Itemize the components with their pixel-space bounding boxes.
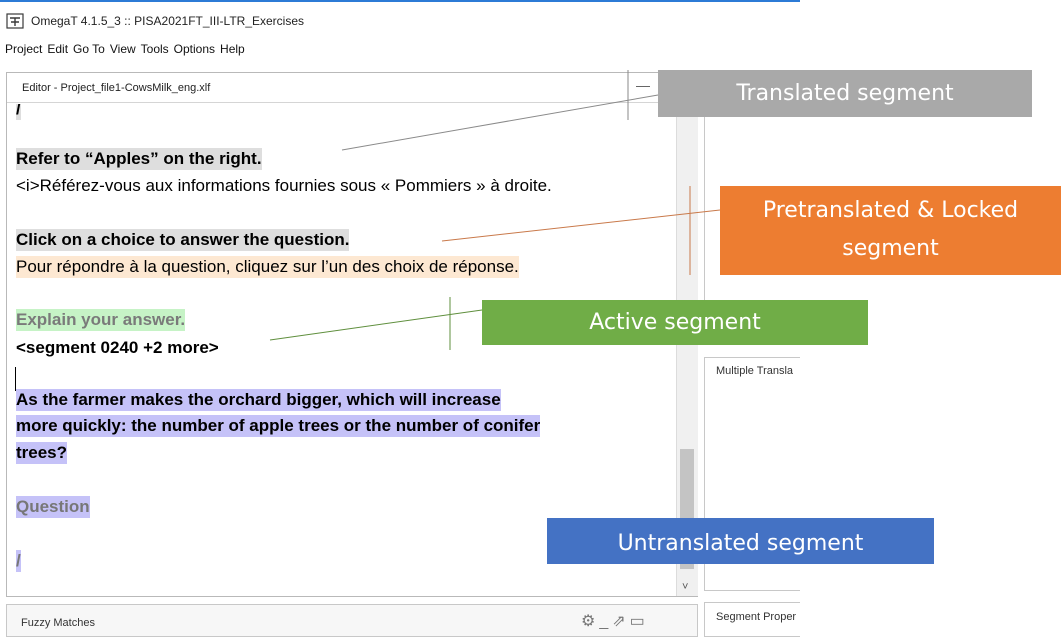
segment-locked-target[interactable]: Pour répondre à la question, cliquez sur… <box>16 256 519 278</box>
minimize-pane-button[interactable] <box>636 86 650 87</box>
menu-bar: Project Edit Go To View Tools Options Help <box>0 40 245 60</box>
segment-source[interactable]: Click on a choice to answer the question… <box>16 229 350 251</box>
multiple-translations-label[interactable]: Multiple Transla <box>716 365 793 377</box>
segment-untranslated[interactable]: / <box>16 550 21 572</box>
callout-pretranslated-line2: segment <box>842 236 939 261</box>
segment-active-target[interactable]: <segment 0240 +2 more> <box>16 337 219 359</box>
segment-properties-panel: Segment Proper <box>704 602 800 637</box>
editor-title: Editor - Project_file1-CowsMilk_eng.xlf <box>22 82 211 94</box>
text-cursor <box>15 367 16 391</box>
minimize-icon[interactable]: _ <box>599 613 612 630</box>
callout-active-segment: Active segment <box>482 300 868 345</box>
pane-controls: ⚙_⇗▭ <box>581 611 649 631</box>
callout-translated-segment: Translated segment <box>658 70 1032 117</box>
segment-untranslated[interactable]: trees? <box>16 442 68 464</box>
editor-header: Editor - Project_file1-CowsMilk_eng.xlf <box>7 73 697 103</box>
maximize-icon[interactable]: ▭ <box>630 613 649 630</box>
menu-tools[interactable]: Tools <box>141 42 169 56</box>
menu-options[interactable]: Options <box>174 42 215 56</box>
menu-project[interactable]: Project <box>5 42 42 56</box>
menu-help[interactable]: Help <box>220 42 245 56</box>
segment-untranslated[interactable]: As the farmer makes the orchard bigger, … <box>16 389 501 411</box>
scroll-down-icon[interactable]: ˅ <box>682 581 688 593</box>
menu-view[interactable]: View <box>110 42 136 56</box>
window-title: OmegaT 4.1.5_3 :: PISA2021FT_III-LTR_Exe… <box>31 14 305 28</box>
callout-pretranslated-locked: Pretranslated & Locked segment <box>720 186 1061 275</box>
callout-untranslated-segment: Untranslated segment <box>547 518 934 564</box>
settings-gear-icon[interactable]: ⚙ <box>581 613 599 630</box>
segment-properties-label[interactable]: Segment Proper <box>716 611 796 623</box>
fuzzy-matches-pane: Fuzzy Matches ⚙_⇗▭ <box>6 604 698 637</box>
segment-untranslated[interactable]: more quickly: the number of apple trees … <box>16 415 541 437</box>
segment-target[interactable]: <i>Référez-vous aux informations fournie… <box>16 175 552 197</box>
callout-pretranslated-line1: Pretranslated & Locked <box>762 198 1019 223</box>
segment-active-source[interactable]: Explain your answer. <box>16 309 186 331</box>
undock-icon[interactable]: ⇗ <box>612 613 629 630</box>
title-bar: OmegaT 4.1.5_3 :: PISA2021FT_III-LTR_Exe… <box>0 0 800 36</box>
menu-goto[interactable]: Go To <box>73 42 105 56</box>
fuzzy-matches-label[interactable]: Fuzzy Matches <box>21 617 95 629</box>
segment-untranslated[interactable]: Question <box>16 496 90 518</box>
omegat-app-icon <box>6 13 24 29</box>
segment-source[interactable]: Refer to “Apples” on the right. <box>16 148 262 170</box>
menu-edit[interactable]: Edit <box>47 42 68 56</box>
segment-source[interactable]: / <box>16 104 21 120</box>
